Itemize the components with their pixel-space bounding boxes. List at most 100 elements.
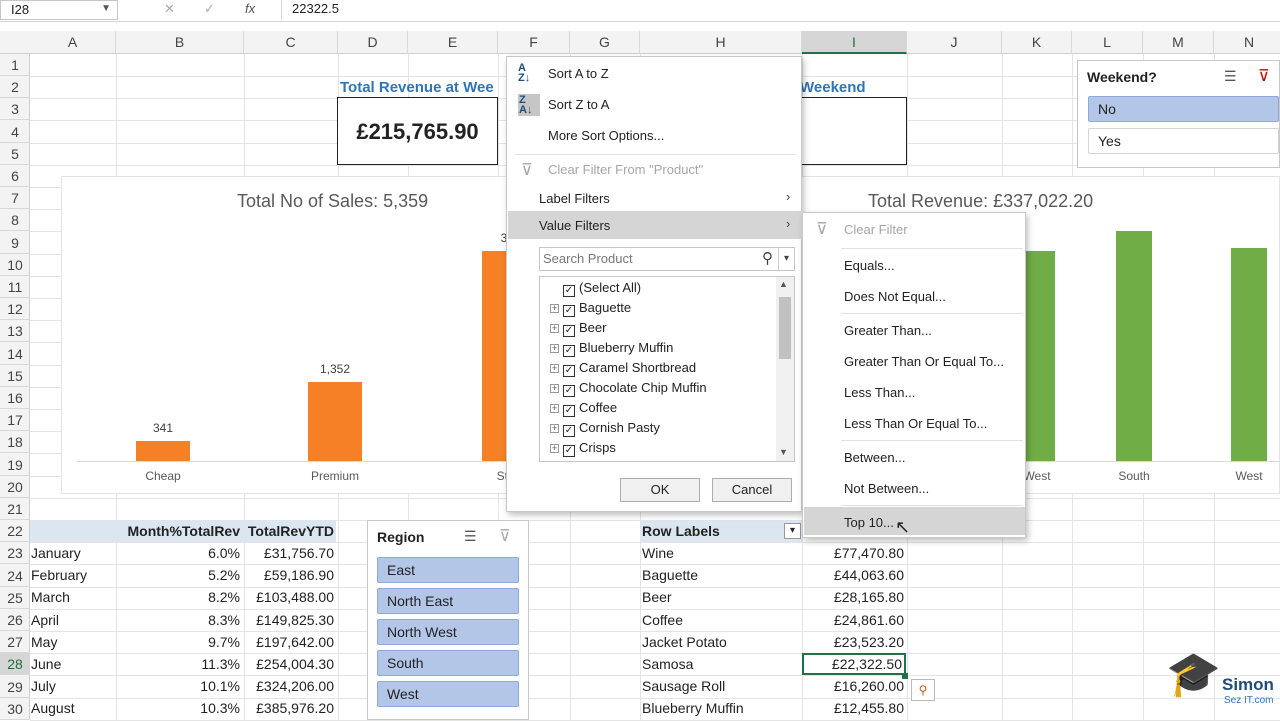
- pivot-row-label[interactable]: Samosa: [642, 653, 800, 675]
- row-header-24[interactable]: 24: [0, 565, 30, 587]
- value-filter-top-10[interactable]: Top 10...: [844, 515, 894, 530]
- slicer-item-yes[interactable]: Yes: [1088, 128, 1279, 154]
- pivot-row-value[interactable]: £12,455.80: [802, 697, 906, 719]
- checkbox-checked-icon[interactable]: ✓: [563, 325, 575, 337]
- month-ytd[interactable]: £31,756.70: [244, 542, 334, 564]
- column-header-b[interactable]: B: [116, 31, 244, 54]
- column-header-d[interactable]: D: [338, 31, 408, 54]
- row-header-23[interactable]: 23: [0, 542, 30, 565]
- checklist-item[interactable]: + ✓ Beer: [550, 320, 606, 340]
- slicer-item-north-west[interactable]: North West: [377, 619, 519, 645]
- row-header-15[interactable]: 15: [0, 365, 30, 387]
- cancel-button[interactable]: Cancel: [712, 478, 792, 502]
- value-filter-between[interactable]: Between...: [844, 450, 905, 465]
- expand-icon[interactable]: +: [550, 404, 559, 413]
- pivot-row-value[interactable]: £22,322.50: [802, 653, 906, 675]
- row-header-3[interactable]: 3: [0, 98, 30, 121]
- pivot-row-value[interactable]: £16,260.00: [802, 675, 906, 697]
- month-pct[interactable]: 9.7%: [116, 631, 240, 653]
- row-header-29[interactable]: 29: [0, 676, 30, 698]
- expand-icon[interactable]: +: [550, 304, 559, 313]
- row-header-8[interactable]: 8: [0, 209, 30, 232]
- row-header-30[interactable]: 30: [0, 698, 30, 720]
- checkbox-checked-icon[interactable]: ✓: [563, 385, 575, 397]
- slicer-item-west[interactable]: West: [377, 681, 519, 707]
- month-ytd[interactable]: £254,004.30: [244, 653, 334, 675]
- filter-dropdown-icon[interactable]: ▾: [784, 523, 801, 539]
- column-header-g[interactable]: G: [570, 31, 640, 54]
- weekend-slicer[interactable]: Weekend? ☰ ⊽ No Yes: [1077, 60, 1280, 168]
- row-header-13[interactable]: 13: [0, 320, 30, 343]
- checkbox-checked-icon[interactable]: ✓: [563, 425, 575, 437]
- sort-a-to-z[interactable]: Sort A to Z: [548, 66, 609, 81]
- month-ytd[interactable]: £324,206.00: [244, 675, 334, 697]
- month-pct[interactable]: 5.2%: [116, 564, 240, 586]
- value-filter-greater-than[interactable]: Greater Than...: [844, 323, 932, 338]
- region-slicer[interactable]: Region ☰ ⊽ East North East North West South…: [367, 520, 529, 720]
- month-name[interactable]: May: [31, 631, 115, 653]
- row-header-5[interactable]: 5: [0, 143, 30, 165]
- checkbox-checked-icon[interactable]: ✓: [563, 365, 575, 377]
- clear-filter-icon[interactable]: ⊽: [499, 526, 511, 546]
- month-pct[interactable]: 10.1%: [116, 675, 240, 697]
- value-filter-less-than[interactable]: Less Than...: [844, 385, 915, 400]
- cancel-icon[interactable]: ✕: [164, 1, 175, 17]
- column-header-a[interactable]: A: [30, 31, 116, 54]
- row-header-20[interactable]: 20: [0, 476, 30, 498]
- scroll-down-icon[interactable]: ▼: [779, 447, 788, 457]
- more-sort-options[interactable]: More Sort Options...: [548, 128, 664, 143]
- clear-filter-icon[interactable]: ⊽: [1258, 66, 1270, 86]
- checklist-item[interactable]: + ✓ Cornish Pasty: [550, 420, 660, 440]
- row-header-27[interactable]: 27: [0, 631, 30, 654]
- pivot-row-label[interactable]: Beer: [642, 586, 800, 608]
- checklist-item[interactable]: ✓ (Select All): [550, 280, 641, 300]
- checklist-item[interactable]: + ✓ Coffee: [550, 400, 617, 420]
- expand-icon[interactable]: +: [550, 364, 559, 373]
- value-filter-clear-filter[interactable]: Clear Filter: [844, 222, 908, 237]
- row-header-19[interactable]: 19: [0, 454, 30, 476]
- formula-input[interactable]: 22322.5: [281, 0, 1280, 20]
- row-header-16[interactable]: 16: [0, 387, 30, 409]
- month-pct[interactable]: 6.0%: [116, 542, 240, 564]
- checkbox-checked-icon[interactable]: ✓: [563, 285, 575, 297]
- checkbox-checked-icon[interactable]: ✓: [563, 305, 575, 317]
- chart-bar[interactable]: [308, 382, 362, 461]
- value-filter-does-not-equal[interactable]: Does Not Equal...: [844, 289, 946, 304]
- row-header-17[interactable]: 17: [0, 409, 30, 432]
- checklist-item[interactable]: + ✓ Baguette: [550, 300, 631, 320]
- column-header-n[interactable]: N: [1214, 31, 1280, 54]
- list-scrollbar[interactable]: ▲ ▼: [776, 277, 794, 461]
- enter-icon[interactable]: ✓: [204, 1, 215, 17]
- expand-icon[interactable]: +: [550, 444, 559, 453]
- checklist-item[interactable]: + ✓ Caramel Shortbread: [550, 360, 696, 380]
- chevron-down-icon[interactable]: ▼: [101, 3, 111, 14]
- row-header-4[interactable]: 4: [0, 121, 30, 143]
- month-ytd[interactable]: £103,488.00: [244, 586, 334, 608]
- value-filter-less-than-or-equal-to[interactable]: Less Than Or Equal To...: [844, 416, 987, 431]
- row-header-7[interactable]: 7: [0, 187, 30, 210]
- month-pct[interactable]: 11.3%: [116, 653, 240, 675]
- month-ytd[interactable]: £197,642.00: [244, 631, 334, 653]
- value-filter-not-between[interactable]: Not Between...: [844, 481, 929, 496]
- column-header-k[interactable]: K: [1002, 31, 1072, 54]
- row-header-28[interactable]: 28: [0, 653, 30, 676]
- column-header-l[interactable]: L: [1072, 31, 1143, 54]
- search-product-input[interactable]: Search Product ⚲ ▾: [539, 247, 795, 271]
- value-filters[interactable]: Value Filters: [539, 218, 610, 233]
- row-header-9[interactable]: 9: [0, 232, 30, 254]
- scroll-thumb[interactable]: [779, 297, 791, 359]
- ok-button[interactable]: OK: [620, 478, 700, 502]
- column-header-h[interactable]: H: [640, 31, 802, 54]
- pivot-row-label[interactable]: Blueberry Muffin: [642, 697, 800, 719]
- sales-count-chart[interactable]: Total No of Sales: 5,359 341 Cheap 1,352 Pr…: [61, 176, 536, 494]
- month-ytd[interactable]: £149,825.30: [244, 609, 334, 631]
- row-header-26[interactable]: 26: [0, 609, 30, 631]
- slicer-item-north-east[interactable]: North East: [377, 588, 519, 614]
- expand-icon[interactable]: +: [550, 384, 559, 393]
- row-header-1[interactable]: 1: [0, 54, 30, 76]
- row-header-10[interactable]: 10: [0, 254, 30, 276]
- month-pct[interactable]: 8.3%: [116, 609, 240, 631]
- pivot-row-label[interactable]: Coffee: [642, 609, 800, 631]
- month-name[interactable]: July: [31, 675, 115, 697]
- name-box[interactable]: I28 ▼: [0, 0, 118, 20]
